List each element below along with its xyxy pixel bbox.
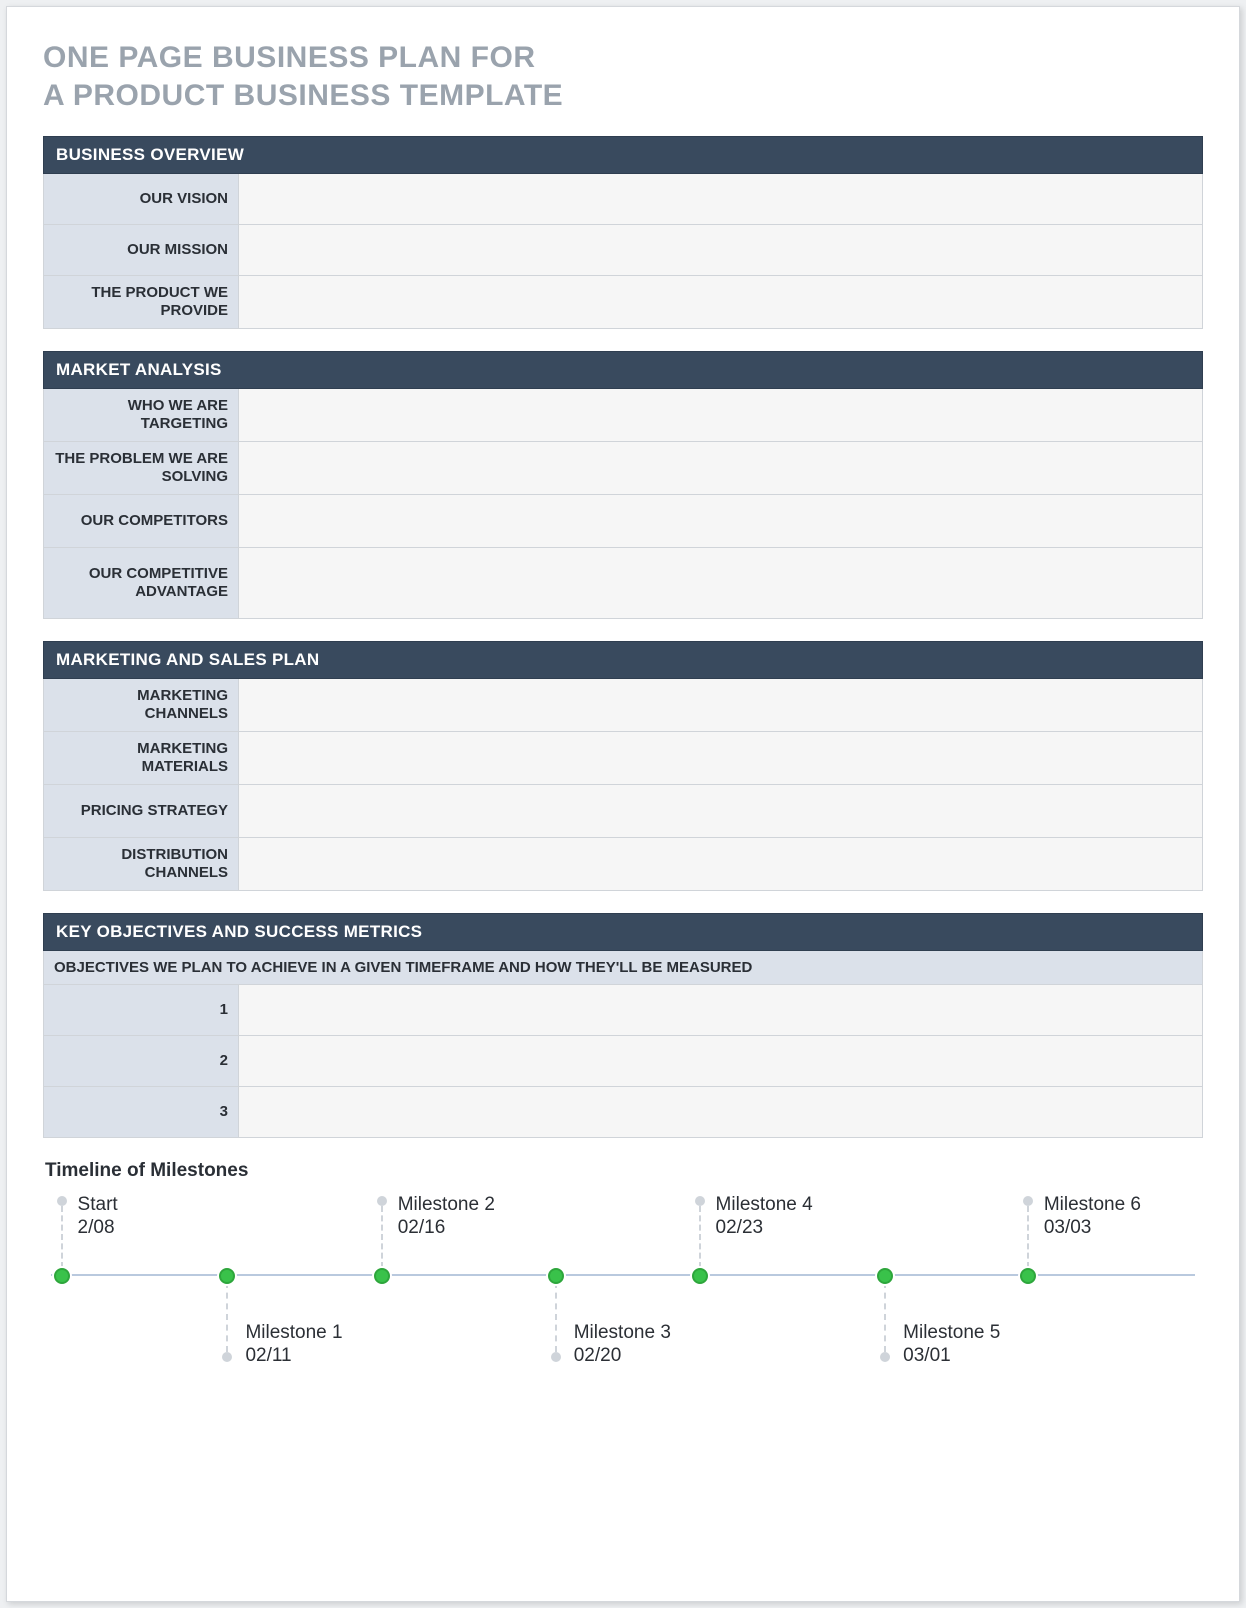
row-value[interactable] <box>239 838 1203 891</box>
timeline-title: Timeline of Milestones <box>45 1160 1203 1182</box>
row-objective-2: 2 <box>43 1036 1203 1087</box>
row-value[interactable] <box>239 225 1203 276</box>
row-label: MARKETING MATERIALS <box>43 732 239 785</box>
timeline-label: Start2/08 <box>78 1194 118 1240</box>
title-line-2: A PRODUCT BUSINESS TEMPLATE <box>43 79 563 112</box>
timeline-milestone-name: Milestone 1 <box>245 1322 342 1345</box>
row-distribution: DISTRIBUTION CHANNELS <box>43 838 1203 891</box>
row-mission: OUR MISSION <box>43 225 1203 276</box>
timeline-label: Milestone 202/16 <box>398 1194 495 1240</box>
document-page: ONE PAGE BUSINESS PLAN FOR A PRODUCT BUS… <box>6 6 1240 1602</box>
timeline-dot-icon <box>877 1268 893 1284</box>
timeline-milestone-name: Milestone 5 <box>903 1322 1000 1345</box>
timeline-pin-icon <box>57 1196 67 1206</box>
timeline-label: Milestone 402/23 <box>716 1194 813 1240</box>
section-header: BUSINESS OVERVIEW <box>43 136 1203 174</box>
row-objective-1: 1 <box>43 985 1203 1036</box>
row-value[interactable] <box>239 985 1203 1036</box>
page-title: ONE PAGE BUSINESS PLAN FOR A PRODUCT BUS… <box>43 39 1203 114</box>
timeline-pin-icon <box>880 1352 890 1362</box>
row-label: OUR COMPETITIVE ADVANTAGE <box>43 548 239 619</box>
timeline-connector <box>884 1282 886 1352</box>
timeline-pin-icon <box>222 1352 232 1362</box>
timeline-connector <box>226 1282 228 1352</box>
section-header: KEY OBJECTIVES AND SUCCESS METRICS <box>43 913 1203 951</box>
row-product: THE PRODUCT WE PROVIDE <box>43 276 1203 329</box>
timeline-connector <box>699 1206 701 1268</box>
section-header: MARKET ANALYSIS <box>43 351 1203 389</box>
row-label: MARKETING CHANNELS <box>43 679 239 732</box>
timeline-milestone-name: Start <box>78 1194 118 1217</box>
row-label: OUR COMPETITORS <box>43 495 239 548</box>
row-problem: THE PROBLEM WE ARE SOLVING <box>43 442 1203 495</box>
row-label: OUR VISION <box>43 174 239 225</box>
row-value[interactable] <box>239 785 1203 838</box>
row-label: 3 <box>43 1087 239 1138</box>
section-subheader: OBJECTIVES WE PLAN TO ACHIEVE IN A GIVEN… <box>43 951 1203 985</box>
row-vision: OUR VISION <box>43 174 1203 225</box>
timeline-milestone-date: 02/16 <box>398 1217 495 1240</box>
section-header: MARKETING AND SALES PLAN <box>43 641 1203 679</box>
timeline-milestone-date: 03/03 <box>1044 1217 1141 1240</box>
row-advantage: OUR COMPETITIVE ADVANTAGE <box>43 548 1203 619</box>
row-value[interactable] <box>239 732 1203 785</box>
row-label: DISTRIBUTION CHANNELS <box>43 838 239 891</box>
row-label: THE PRODUCT WE PROVIDE <box>43 276 239 329</box>
section-objectives: KEY OBJECTIVES AND SUCCESS METRICS OBJEC… <box>43 913 1203 1138</box>
timeline-connector <box>61 1206 63 1268</box>
section-business-overview: BUSINESS OVERVIEW OUR VISION OUR MISSION… <box>43 136 1203 329</box>
row-materials: MARKETING MATERIALS <box>43 732 1203 785</box>
section-market-analysis: MARKET ANALYSIS WHO WE ARE TARGETING THE… <box>43 351 1203 619</box>
row-value[interactable] <box>239 174 1203 225</box>
timeline-milestone-name: Milestone 2 <box>398 1194 495 1217</box>
row-value[interactable] <box>239 276 1203 329</box>
timeline-dot-icon <box>219 1268 235 1284</box>
timeline-pin-icon <box>377 1196 387 1206</box>
timeline-connector <box>381 1206 383 1268</box>
timeline-milestone-date: 02/20 <box>574 1345 671 1368</box>
row-label: WHO WE ARE TARGETING <box>43 389 239 442</box>
timeline-dot-icon <box>548 1268 564 1284</box>
row-label: THE PROBLEM WE ARE SOLVING <box>43 442 239 495</box>
timeline-dot-icon <box>54 1268 70 1284</box>
timeline-milestone-date: 03/01 <box>903 1345 1000 1368</box>
row-channels: MARKETING CHANNELS <box>43 679 1203 732</box>
timeline-milestone-name: Milestone 4 <box>716 1194 813 1217</box>
row-pricing: PRICING STRATEGY <box>43 785 1203 838</box>
timeline-label: Milestone 102/11 <box>245 1322 342 1368</box>
timeline-milestone-date: 02/11 <box>245 1345 342 1368</box>
timeline-pin-icon <box>551 1352 561 1362</box>
row-label: OUR MISSION <box>43 225 239 276</box>
timeline-connector <box>555 1282 557 1352</box>
row-competitors: OUR COMPETITORS <box>43 495 1203 548</box>
timeline-chart: Start2/08Milestone 102/11Milestone 202/1… <box>43 1196 1203 1426</box>
timeline-milestone-date: 2/08 <box>78 1217 118 1240</box>
row-label: 1 <box>43 985 239 1036</box>
timeline-milestone-name: Milestone 6 <box>1044 1194 1141 1217</box>
row-value[interactable] <box>239 548 1203 619</box>
row-value[interactable] <box>239 1087 1203 1138</box>
timeline-dot-icon <box>1020 1268 1036 1284</box>
row-value[interactable] <box>239 442 1203 495</box>
row-label: 2 <box>43 1036 239 1087</box>
timeline-dot-icon <box>374 1268 390 1284</box>
row-value[interactable] <box>239 679 1203 732</box>
row-value[interactable] <box>239 1036 1203 1087</box>
timeline-label: Milestone 503/01 <box>903 1322 1000 1368</box>
title-line-1: ONE PAGE BUSINESS PLAN FOR <box>43 41 536 74</box>
timeline-label: Milestone 302/20 <box>574 1322 671 1368</box>
timeline-milestone-date: 02/23 <box>716 1217 813 1240</box>
section-marketing-plan: MARKETING AND SALES PLAN MARKETING CHANN… <box>43 641 1203 891</box>
timeline-label: Milestone 603/03 <box>1044 1194 1141 1240</box>
row-value[interactable] <box>239 389 1203 442</box>
row-value[interactable] <box>239 495 1203 548</box>
timeline-dot-icon <box>692 1268 708 1284</box>
timeline-connector <box>1027 1206 1029 1268</box>
timeline-milestone-name: Milestone 3 <box>574 1322 671 1345</box>
row-objective-3: 3 <box>43 1087 1203 1138</box>
timeline-pin-icon <box>695 1196 705 1206</box>
timeline-pin-icon <box>1023 1196 1033 1206</box>
row-label: PRICING STRATEGY <box>43 785 239 838</box>
row-targeting: WHO WE ARE TARGETING <box>43 389 1203 442</box>
